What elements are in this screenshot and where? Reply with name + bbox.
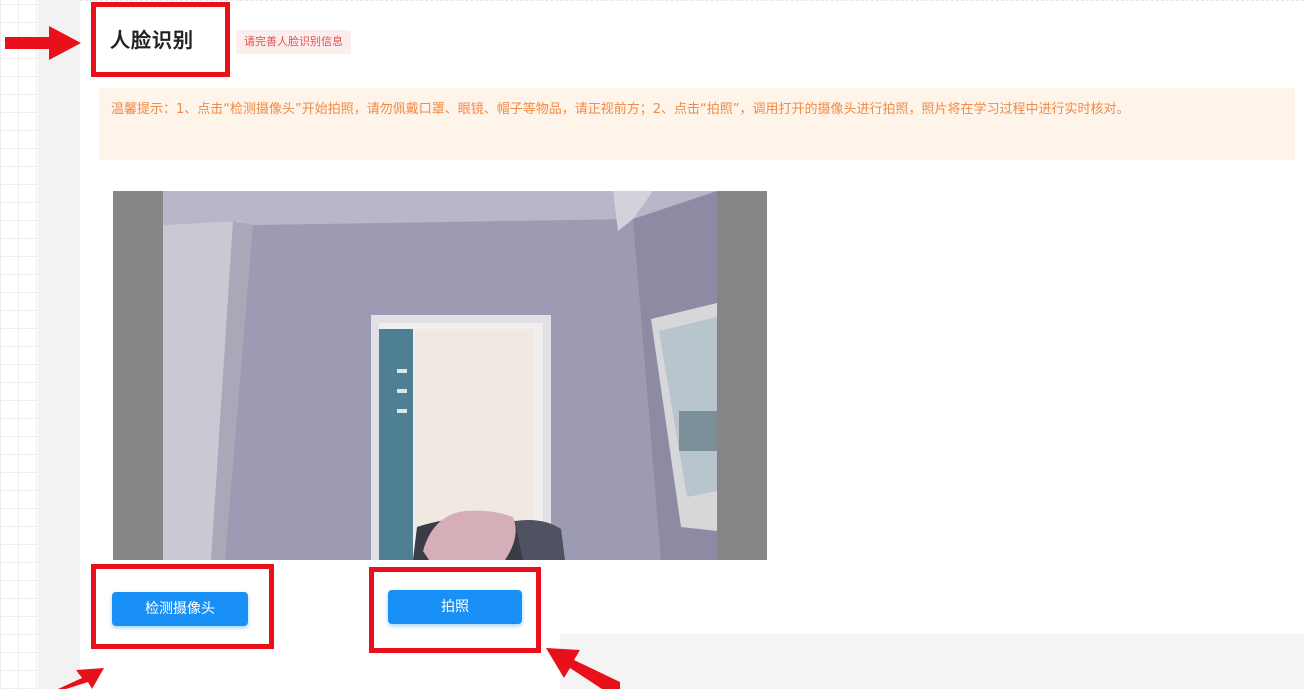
take-photo-button[interactable]: 拍照 [388, 590, 522, 624]
tip-box: 温馨提示：1、点击“检测摄像头”开始拍照，请勿佩戴口罩、眼镜、帽子等物品，请正视… [99, 88, 1295, 160]
left-sidebar-strip [38, 0, 80, 689]
notice-tag: 请完善人脸识别信息 [236, 30, 351, 54]
panel-footer-area [560, 634, 1304, 689]
section-title: 人脸识别 [110, 28, 194, 52]
camera-preview [113, 191, 767, 560]
detect-camera-button[interactable]: 检测摄像头 [112, 592, 248, 626]
camera-feed-image [113, 191, 767, 560]
